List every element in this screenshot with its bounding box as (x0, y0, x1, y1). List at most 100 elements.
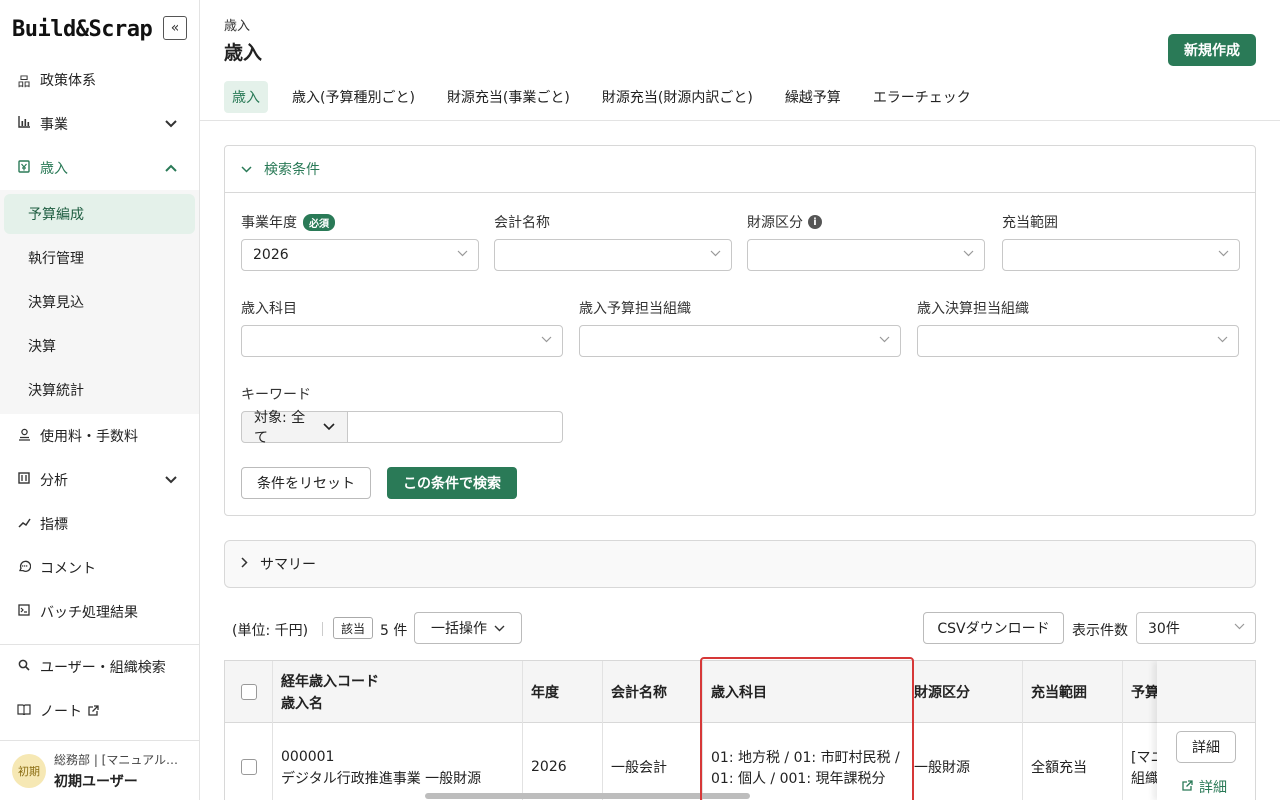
sidebar-item-label: ユーザー・組織検索 (40, 660, 166, 676)
sidebar-subitem-budget[interactable]: 予算編成 (4, 194, 195, 234)
sidebar: Build&Scrap « 品 政策体系 事業 歳入 予算編成 執行管理 決算見… (0, 0, 200, 800)
tab-error-check[interactable]: エラーチェック (865, 81, 979, 113)
keyword-label: キーワード (241, 387, 311, 403)
sidebar-item-batch-results[interactable]: バッチ処理結果 (0, 590, 199, 634)
sidebar-item-label: 事業 (40, 117, 68, 133)
sidebar-item-indicators[interactable]: 指標 (0, 502, 199, 546)
sidebar-item-analysis[interactable]: 分析 (0, 458, 199, 502)
cell-allocation: 全額充当 (1031, 760, 1087, 776)
cell-year: 2026 (531, 759, 567, 775)
user-department: 総務部 | [マニュアル… (54, 752, 178, 767)
cell-revenue-item-line2: 01: 個人 / 001: 現年課税分 (711, 771, 886, 787)
detail-link[interactable]: 詳細 (1181, 777, 1227, 797)
main-content: 歳入 歳入 新規作成 歳入 歳入(予算種別ごと) 財源充当(事業ごと) 財源充当… (200, 0, 1280, 800)
horizontal-scrollbar[interactable] (425, 793, 750, 799)
avatar: 初期 (12, 753, 46, 788)
analysis-icon (16, 472, 32, 488)
hierarchy-icon: 品 (17, 74, 31, 90)
sidebar-item-projects[interactable]: 事業 (0, 102, 199, 146)
app-logo: Build&Scrap (12, 16, 153, 42)
fiscal-year-label: 事業年度 必須 (241, 212, 335, 232)
sidebar-item-revenue[interactable]: 歳入 (0, 146, 199, 190)
page-title: 歳入 (224, 42, 263, 64)
chevron-down-icon (1217, 333, 1228, 346)
sidebar-subitem-settlement[interactable]: 決算 (4, 326, 195, 366)
chevron-down-icon (1234, 620, 1245, 633)
sidebar-subitem-execution[interactable]: 執行管理 (4, 238, 195, 278)
create-new-button[interactable]: 新規作成 (1168, 34, 1256, 66)
account-name-select[interactable] (494, 239, 732, 271)
keyword-scope-select[interactable]: 対象: 全て (241, 410, 348, 446)
hand-coin-icon (16, 428, 32, 445)
comment-icon (16, 560, 32, 577)
cell-code: 000001 (281, 749, 335, 765)
column-header-year[interactable]: 年度 (522, 661, 559, 723)
cell-fund-category: 一般財源 (914, 760, 970, 776)
column-header-account[interactable]: 会計名称 (602, 661, 667, 723)
column-header-budget[interactable]: 予算 (1122, 661, 1159, 723)
chevron-down-icon (457, 247, 468, 260)
collapse-sidebar-button[interactable]: « (163, 16, 187, 40)
select-all-checkbox[interactable] (241, 684, 257, 700)
sidebar-item-user-search[interactable]: ユーザー・組織検索 (0, 645, 199, 689)
tab-carryover[interactable]: 繰越予算 (777, 81, 849, 113)
chevron-down-icon (165, 473, 177, 487)
summary-panel[interactable]: サマリー (224, 540, 1256, 588)
sidebar-item-notes[interactable]: ノート (0, 689, 199, 733)
detail-button[interactable]: 詳細 (1176, 731, 1236, 763)
search-panel: 検索条件 事業年度 必須 2026 会計名称 財源区分 i 充当範囲 歳入科目 … (224, 145, 1256, 516)
column-header-code[interactable]: 経年歳入コード (272, 671, 379, 691)
user-profile[interactable]: 初期 総務部 | [マニュアル… 初期ユーザー (0, 740, 199, 800)
sidebar-subitem-forecast[interactable]: 決算見込 (4, 282, 195, 322)
sidebar-item-label: 政策体系 (40, 73, 96, 89)
settlement-org-label: 歳入決算担当組織 (917, 301, 1029, 317)
detail-link-label: 詳細 (1199, 780, 1227, 796)
row-checkbox[interactable] (241, 759, 257, 775)
per-page-select[interactable]: 30件 (1136, 612, 1256, 644)
chevron-down-icon (323, 423, 335, 431)
revenue-icon (16, 159, 32, 177)
sidebar-item-comments[interactable]: コメント (0, 546, 199, 590)
column-header-fund-category[interactable]: 財源区分 (905, 661, 970, 723)
chevron-up-icon (165, 161, 177, 175)
column-header-name[interactable]: 歳入名 (272, 693, 323, 713)
tab-revenue[interactable]: 歳入 (224, 81, 268, 113)
info-icon[interactable]: i (808, 215, 822, 229)
column-header-revenue-item[interactable]: 歳入科目 (702, 661, 767, 723)
bulk-action-label: 一括操作 (431, 621, 487, 637)
tab-revenue-by-type[interactable]: 歳入(予算種別ごと) (284, 81, 423, 113)
allocation-range-select[interactable] (1002, 239, 1240, 271)
keyword-input[interactable] (348, 411, 563, 443)
chevron-down-icon (710, 247, 721, 260)
revenue-item-select[interactable] (241, 325, 563, 357)
sidebar-item-policy[interactable]: 品 政策体系 (0, 58, 199, 102)
fiscal-year-select[interactable]: 2026 (241, 239, 479, 271)
breadcrumb[interactable]: 歳入 (224, 15, 250, 34)
sidebar-item-fees[interactable]: 使用料・手数料 (0, 414, 199, 458)
fund-category-select[interactable] (747, 239, 985, 271)
csv-download-button[interactable]: CSVダウンロード (923, 612, 1064, 644)
chevron-down-icon (1218, 247, 1229, 260)
sidebar-item-label: バッチ処理結果 (40, 605, 138, 621)
budget-org-select[interactable] (579, 325, 901, 357)
settlement-org-select[interactable] (917, 325, 1239, 357)
tab-fund-by-breakdown[interactable]: 財源充当(財源内訳ごと) (594, 81, 761, 113)
column-header-allocation[interactable]: 充当範囲 (1022, 661, 1087, 723)
tab-fund-by-project[interactable]: 財源充当(事業ごと) (439, 81, 578, 113)
search-panel-header[interactable]: 検索条件 (225, 146, 1255, 193)
sidebar-item-label: 指標 (40, 517, 68, 533)
chevron-down-icon (494, 625, 505, 632)
required-badge: 必須 (303, 213, 335, 231)
reset-conditions-button[interactable]: 条件をリセット (241, 467, 371, 499)
trend-icon (16, 517, 32, 532)
bulk-action-button[interactable]: 一括操作 (414, 612, 522, 644)
search-button[interactable]: この条件で検索 (387, 467, 517, 499)
sidebar-subitem-statistics[interactable]: 決算統計 (4, 370, 195, 410)
keyword-scope-value: 対象: 全て (254, 410, 306, 446)
cell-account: 一般会計 (611, 760, 667, 776)
result-count: 5 件 (380, 623, 408, 639)
user-name: 初期ユーザー (54, 773, 138, 790)
tab-bar: 歳入 歳入(予算種別ごと) 財源充当(事業ごと) 財源充当(財源内訳ごと) 繰越… (224, 81, 995, 113)
action-column-header (1157, 661, 1255, 723)
cell-name: デジタル行政推進事業 一般財源 (281, 771, 482, 787)
